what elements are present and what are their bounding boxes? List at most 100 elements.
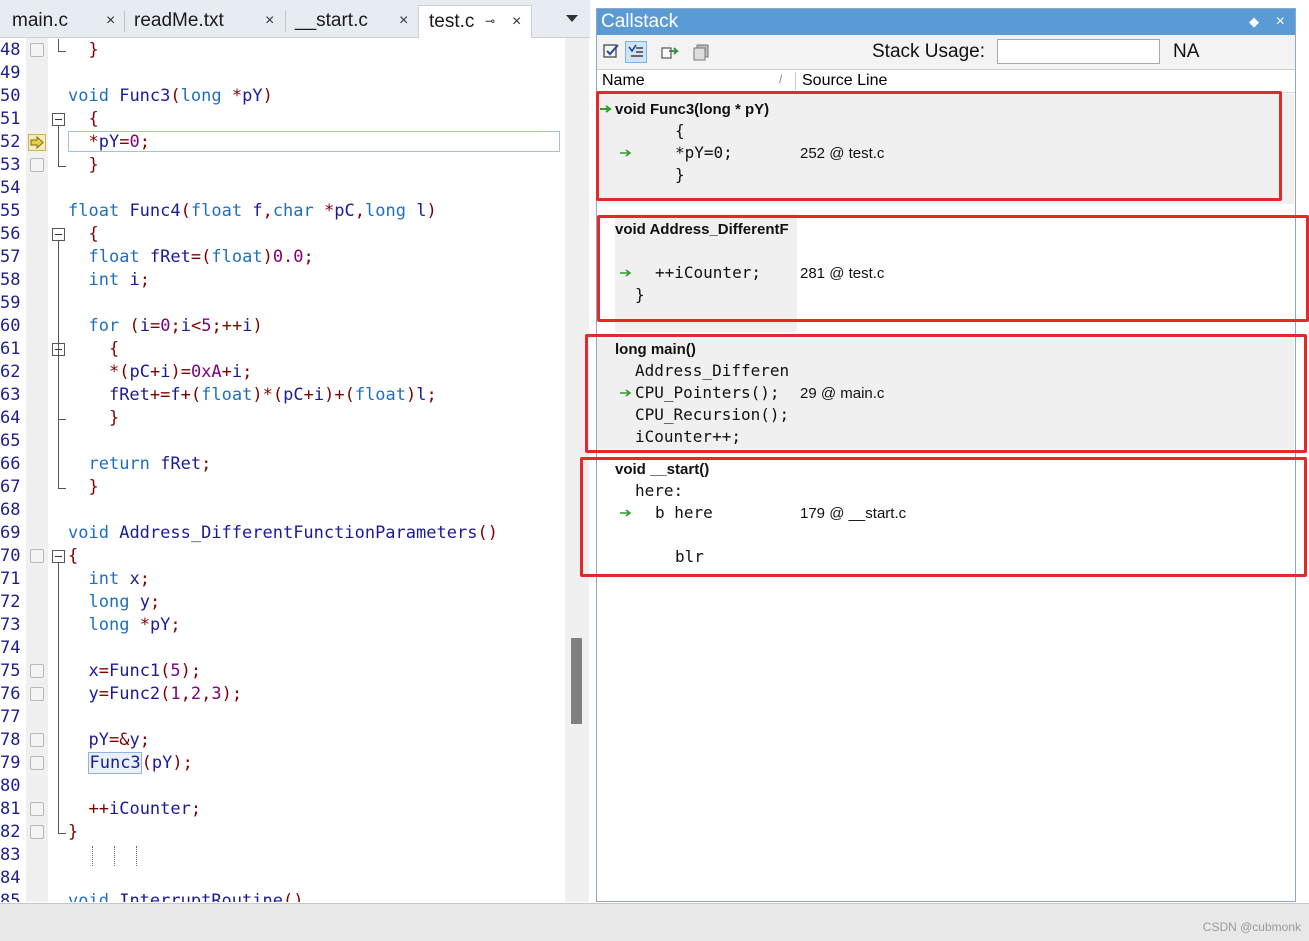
- code-line[interactable]: 53 }: [0, 154, 590, 177]
- annotation-box-start: [580, 457, 1307, 577]
- tab-readme-txt[interactable]: readMe.txt ×: [124, 6, 284, 36]
- panel-title: Callstack: [601, 11, 679, 32]
- code-line[interactable]: 55 float Func4(float f,char *pC,long l): [0, 200, 590, 223]
- close-icon[interactable]: ×: [106, 12, 115, 30]
- breakpoint-marker[interactable]: [30, 825, 44, 839]
- code-line[interactable]: 56 {: [0, 223, 590, 246]
- code-text: *(pC+i)=0xA+i;: [108, 362, 253, 382]
- code-line[interactable]: 57 float fRet=(float)0.0;: [0, 246, 590, 269]
- code-text: long y;: [88, 592, 161, 612]
- line-number: 56: [0, 224, 21, 244]
- close-icon[interactable]: ×: [512, 13, 521, 31]
- code-line[interactable]: 73 long *pY;: [0, 614, 590, 637]
- code-line[interactable]: 80: [0, 775, 590, 798]
- code-line[interactable]: 76 y=Func2(1,2,3);: [0, 683, 590, 706]
- sort-list-icon[interactable]: [625, 41, 647, 63]
- annotation-box-func3: [596, 91, 1282, 201]
- code-line[interactable]: 82}: [0, 821, 590, 844]
- column-name-header[interactable]: Name: [602, 72, 645, 90]
- pin-icon[interactable]: ◆: [1249, 9, 1259, 35]
- code-line[interactable]: 63 fRet+=f+(float)*(pC+i)+(float)l;: [0, 384, 590, 407]
- tab-test-c[interactable]: test.c ⊸ ×: [418, 5, 532, 38]
- code-line[interactable]: 71 int x;: [0, 568, 590, 591]
- copy-icon[interactable]: [691, 41, 713, 63]
- line-number: 49: [0, 63, 21, 83]
- code-line[interactable]: 51 {: [0, 108, 590, 131]
- code-line[interactable]: 68: [0, 499, 590, 522]
- goto-source-icon[interactable]: [659, 41, 681, 63]
- code-line[interactable]: 66 return fRet;: [0, 453, 590, 476]
- fold-collapse-icon[interactable]: [52, 228, 65, 241]
- code-line[interactable]: 81 ++iCounter;: [0, 798, 590, 821]
- code-line[interactable]: 49: [0, 62, 590, 85]
- code-line[interactable]: 79 Func3(pY);: [0, 752, 590, 775]
- code-text: }: [108, 408, 120, 428]
- tab-main-c[interactable]: main.c ×: [2, 6, 122, 36]
- pin-icon[interactable]: ⊸: [485, 14, 495, 28]
- code-line[interactable]: 65: [0, 430, 590, 453]
- code-line[interactable]: 67 }: [0, 476, 590, 499]
- code-line[interactable]: 48 }: [0, 39, 590, 62]
- line-number: 57: [0, 247, 21, 267]
- tab-dropdown-icon[interactable]: [566, 15, 578, 22]
- code-line[interactable]: 70 {: [0, 545, 590, 568]
- scrollbar-thumb[interactable]: [571, 638, 582, 724]
- code-line[interactable]: 77: [0, 706, 590, 729]
- code-text: ++iCounter;: [88, 799, 202, 819]
- column-divider[interactable]: [795, 72, 796, 90]
- breakpoint-marker[interactable]: [30, 158, 44, 172]
- breakpoint-marker[interactable]: [30, 549, 44, 563]
- code-text: *pY=0;: [88, 132, 150, 152]
- fold-end-marker: [58, 166, 66, 167]
- line-number: 63: [0, 385, 21, 405]
- breakpoint-marker[interactable]: [30, 687, 44, 701]
- indent-guide: [114, 846, 116, 866]
- code-line[interactable]: 85 void InterruptRoutine(): [0, 890, 590, 902]
- editor-tab-bar: main.c × readMe.txt × __start.c × test.c…: [0, 0, 590, 38]
- breakpoint-marker[interactable]: [30, 802, 44, 816]
- line-number: 80: [0, 776, 21, 796]
- code-text: void Address_DifferentFunctionParameters…: [68, 523, 498, 543]
- code-line[interactable]: 74: [0, 637, 590, 660]
- code-line[interactable]: 75 x=Func1(5);: [0, 660, 590, 683]
- code-line[interactable]: 62 *(pC+i)=0xA+i;: [0, 361, 590, 384]
- tab-label: test.c: [429, 11, 475, 32]
- checklist-icon[interactable]: [601, 41, 623, 63]
- code-line[interactable]: 60 for (i=0;i<5;++i): [0, 315, 590, 338]
- execution-pointer-icon: [28, 134, 46, 151]
- fold-collapse-icon[interactable]: [52, 113, 65, 126]
- code-line[interactable]: 52 *pY=0;: [0, 131, 590, 154]
- breakpoint-marker[interactable]: [30, 664, 44, 678]
- column-source-header[interactable]: Source Line: [802, 72, 887, 90]
- code-line[interactable]: 59: [0, 292, 590, 315]
- breakpoint-marker[interactable]: [30, 733, 44, 747]
- code-line[interactable]: 84: [0, 867, 590, 890]
- code-line[interactable]: 78 pY=&y;: [0, 729, 590, 752]
- fold-collapse-icon[interactable]: [52, 550, 65, 563]
- code-line[interactable]: 50 void Func3(long *pY): [0, 85, 590, 108]
- line-number: 53: [0, 155, 21, 175]
- line-number: 69: [0, 523, 21, 543]
- fold-guide-line: [58, 356, 59, 419]
- tab-start-c[interactable]: __start.c ×: [285, 6, 415, 36]
- code-editor[interactable]: 48 } 49 50 void Func3(long *pY) 51 {52 *pY=0…: [0, 38, 590, 902]
- code-line[interactable]: 61 {: [0, 338, 590, 361]
- code-line[interactable]: 58 int i;: [0, 269, 590, 292]
- close-icon[interactable]: ×: [1276, 9, 1285, 35]
- stack-usage-field[interactable]: [997, 39, 1160, 64]
- code-text: }: [88, 40, 99, 60]
- line-number: 51: [0, 109, 21, 129]
- code-text: fRet+=f+(float)*(pC+i)+(float)l;: [108, 385, 437, 405]
- code-line[interactable]: 83: [0, 844, 590, 867]
- breakpoint-marker[interactable]: [30, 43, 44, 57]
- fold-end-marker: [58, 488, 66, 489]
- close-icon[interactable]: ×: [265, 12, 274, 30]
- code-text: {: [88, 224, 99, 244]
- code-line[interactable]: 64 }: [0, 407, 590, 430]
- close-icon[interactable]: ×: [399, 12, 408, 30]
- code-line[interactable]: 54: [0, 177, 590, 200]
- breakpoint-marker[interactable]: [30, 756, 44, 770]
- code-line[interactable]: 69 void Address_DifferentFunctionParamete…: [0, 522, 590, 545]
- code-line[interactable]: 72 long y;: [0, 591, 590, 614]
- line-number: 54: [0, 178, 21, 198]
